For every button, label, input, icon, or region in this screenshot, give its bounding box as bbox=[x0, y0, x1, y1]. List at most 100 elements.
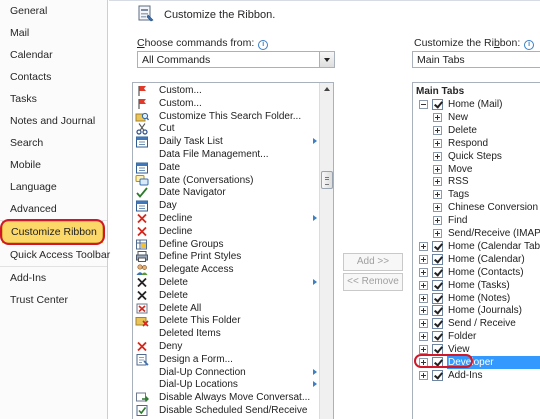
command-item[interactable]: Design a Form... bbox=[133, 353, 319, 366]
tree-item[interactable]: Respond bbox=[413, 137, 540, 150]
tab-checkbox[interactable] bbox=[432, 279, 443, 291]
nav-item-add-ins[interactable]: Add-Ins bbox=[10, 270, 46, 286]
expand-icon[interactable] bbox=[433, 190, 442, 200]
tab-checkbox[interactable] bbox=[432, 344, 443, 356]
expand-icon[interactable] bbox=[419, 358, 428, 367]
tree-item[interactable]: New bbox=[413, 111, 540, 124]
expand-icon[interactable] bbox=[433, 203, 442, 213]
tree-item[interactable]: Home (Calendar) bbox=[413, 253, 540, 266]
remove-button[interactable]: << Remove bbox=[343, 273, 403, 291]
tab-checkbox[interactable] bbox=[432, 292, 443, 304]
tree-item[interactable]: Tags bbox=[413, 188, 540, 201]
tree-item[interactable]: Home (Contacts) bbox=[413, 266, 540, 279]
expand-icon[interactable] bbox=[419, 267, 428, 277]
tree-item[interactable]: Folder bbox=[413, 330, 540, 343]
command-item[interactable]: Data File Management... bbox=[133, 148, 319, 161]
tab-checkbox[interactable] bbox=[432, 266, 443, 278]
expand-icon[interactable] bbox=[419, 370, 428, 380]
command-item[interactable]: Custom... bbox=[133, 84, 319, 97]
tree-item[interactable]: Chinese Conversion bbox=[413, 201, 540, 214]
tab-checkbox[interactable] bbox=[432, 331, 443, 343]
command-item[interactable]: Define Groups bbox=[133, 238, 319, 251]
tree-item[interactable]: Send/Receive (IMAP/... bbox=[413, 227, 540, 240]
tree-item[interactable]: RSS bbox=[413, 175, 540, 188]
tab-checkbox[interactable] bbox=[432, 99, 443, 110]
nav-item-calendar[interactable]: Calendar bbox=[10, 47, 53, 63]
command-item[interactable]: Day bbox=[133, 199, 319, 212]
command-item[interactable]: Disable Scheduled Send/Receive bbox=[133, 404, 319, 417]
expand-icon[interactable] bbox=[419, 345, 428, 355]
command-item[interactable]: Delete This Folder bbox=[133, 314, 319, 327]
vertical-scrollbar[interactable] bbox=[319, 83, 333, 419]
choose-commands-dropdown[interactable]: All Commands bbox=[137, 51, 335, 68]
command-item[interactable]: Delete bbox=[133, 289, 319, 302]
tab-checkbox[interactable] bbox=[432, 253, 443, 265]
expand-icon[interactable] bbox=[419, 332, 428, 342]
tree-item[interactable]: Move bbox=[413, 163, 540, 176]
tree-item[interactable]: Home (Journals) bbox=[413, 304, 540, 317]
nav-item-mobile[interactable]: Mobile bbox=[10, 157, 41, 173]
nav-item-language[interactable]: Language bbox=[10, 179, 57, 195]
scroll-thumb[interactable] bbox=[321, 171, 333, 189]
command-item[interactable]: Decline bbox=[133, 225, 319, 238]
info-icon[interactable]: i bbox=[258, 40, 269, 50]
chevron-down-icon[interactable] bbox=[319, 52, 334, 67]
nav-item-customize-ribbon[interactable]: Customize Ribbon bbox=[2, 221, 103, 243]
tab-checkbox[interactable] bbox=[432, 240, 443, 252]
nav-item-quick-access-toolbar[interactable]: Quick Access Toolbar bbox=[10, 247, 110, 263]
ribbon-tree[interactable]: Main Tabs Home (Mail) New Delete Respond Qui… bbox=[412, 82, 540, 419]
command-item[interactable]: Dial-Up Locations bbox=[133, 378, 319, 391]
tree-item[interactable]: Find bbox=[413, 214, 540, 227]
add-button[interactable]: Add >> bbox=[343, 253, 403, 271]
command-item[interactable]: Decline bbox=[133, 212, 319, 225]
collapse-icon[interactable] bbox=[419, 100, 428, 109]
command-item[interactable]: Deny bbox=[133, 340, 319, 353]
ribbon-tabs-dropdown[interactable]: Main Tabs bbox=[412, 51, 540, 68]
tab-checkbox[interactable] bbox=[432, 318, 443, 330]
expand-icon[interactable] bbox=[419, 293, 428, 303]
tree-item[interactable]: Home (Tasks) bbox=[413, 279, 540, 292]
command-item[interactable]: Daily Task List bbox=[133, 135, 319, 148]
expand-icon[interactable] bbox=[419, 254, 428, 264]
command-item[interactable]: Delete All bbox=[133, 302, 319, 315]
command-item[interactable]: Date bbox=[133, 161, 319, 174]
tree-item[interactable]: Home (Notes) bbox=[413, 292, 540, 305]
expand-icon[interactable] bbox=[433, 125, 442, 135]
expand-icon[interactable] bbox=[433, 216, 442, 226]
nav-item-mail[interactable]: Mail bbox=[10, 25, 29, 41]
nav-item-general[interactable]: General bbox=[10, 3, 47, 19]
nav-item-notes-and-journal[interactable]: Notes and Journal bbox=[10, 113, 95, 129]
tree-item[interactable]: Developer bbox=[413, 356, 540, 369]
tree-item[interactable]: Add-Ins bbox=[413, 369, 540, 382]
tab-checkbox[interactable] bbox=[432, 357, 443, 368]
command-item[interactable]: Define Print Styles bbox=[133, 250, 319, 263]
command-item[interactable]: Customize This Search Folder... bbox=[133, 110, 319, 123]
command-item[interactable]: Date Navigator bbox=[133, 186, 319, 199]
expand-icon[interactable] bbox=[419, 241, 428, 251]
nav-item-search[interactable]: Search bbox=[10, 135, 43, 151]
expand-icon[interactable] bbox=[419, 319, 428, 329]
command-item[interactable]: Delegate Access bbox=[133, 263, 319, 276]
command-item[interactable]: Date (Conversations) bbox=[133, 174, 319, 187]
nav-item-trust-center[interactable]: Trust Center bbox=[10, 292, 68, 308]
command-item[interactable]: Dial-Up Connection bbox=[133, 366, 319, 379]
tab-checkbox[interactable] bbox=[432, 369, 443, 381]
nav-item-advanced[interactable]: Advanced bbox=[10, 201, 57, 217]
expand-icon[interactable] bbox=[433, 164, 442, 174]
commands-list[interactable]: Disable Scheduled Send/Receive Disable Al… bbox=[132, 82, 334, 419]
expand-icon[interactable] bbox=[433, 151, 442, 161]
tree-item[interactable]: Delete bbox=[413, 124, 540, 137]
command-item[interactable]: Disable Always Move Conversat... bbox=[133, 391, 319, 404]
command-item[interactable]: Delete bbox=[133, 276, 319, 289]
expand-icon[interactable] bbox=[419, 306, 428, 316]
tree-item[interactable]: Quick Steps bbox=[413, 150, 540, 163]
scroll-up-arrow-icon[interactable] bbox=[320, 83, 333, 95]
tree-item[interactable]: Send / Receive bbox=[413, 317, 540, 330]
expand-icon[interactable] bbox=[433, 177, 442, 187]
expand-icon[interactable] bbox=[433, 229, 442, 238]
command-item[interactable]: Custom... bbox=[133, 97, 319, 110]
tab-checkbox[interactable] bbox=[432, 305, 443, 317]
expand-icon[interactable] bbox=[419, 280, 428, 290]
command-item[interactable]: Deleted Items bbox=[133, 327, 319, 340]
expand-icon[interactable] bbox=[433, 112, 442, 122]
